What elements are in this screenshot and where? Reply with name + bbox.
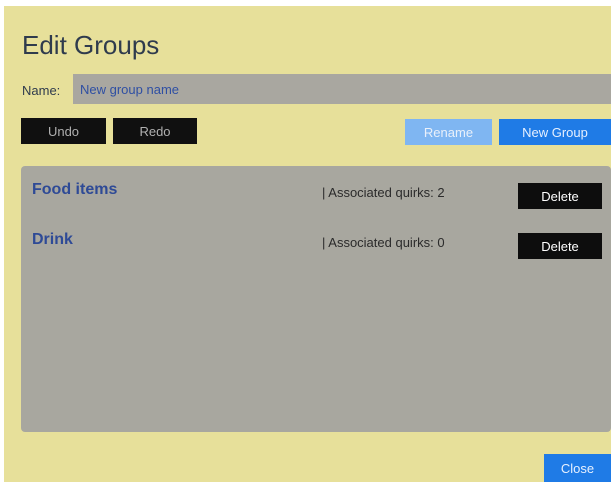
group-name: Drink	[32, 231, 73, 248]
group-name: Food items	[32, 181, 118, 198]
edit-groups-dialog: Edit Groups Name: Undo Redo Rename New G…	[4, 6, 611, 482]
name-row: Name:	[22, 74, 611, 104]
name-label: Name:	[22, 83, 61, 98]
group-associated-quirks: | Associated quirks: 2	[322, 185, 445, 200]
group-name-input[interactable]	[73, 74, 611, 104]
new-group-button[interactable]: New Group	[499, 119, 611, 145]
close-button[interactable]: Close	[544, 454, 611, 482]
delete-group-button[interactable]: Delete	[518, 233, 602, 259]
dialog-title: Edit Groups	[22, 30, 160, 60]
group-associated-quirks: | Associated quirks: 0	[322, 235, 445, 250]
redo-button[interactable]: Redo	[113, 118, 197, 144]
group-row-food-items: Food items | Associated quirks: 2 Delete	[21, 179, 611, 211]
rename-button[interactable]: Rename	[405, 119, 492, 145]
delete-group-button[interactable]: Delete	[518, 183, 602, 209]
group-row-drink: Drink | Associated quirks: 0 Delete	[21, 229, 611, 261]
undo-button[interactable]: Undo	[21, 118, 106, 144]
groups-list: Food items | Associated quirks: 2 Delete…	[21, 166, 611, 432]
